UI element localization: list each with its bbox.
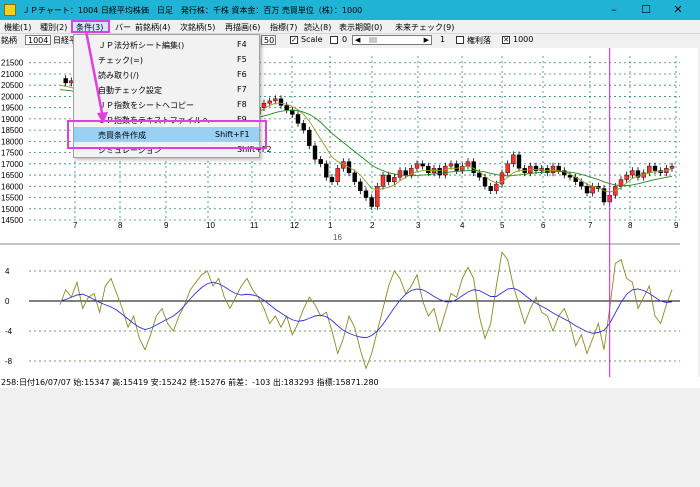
annotation-arrow-head [97,112,108,124]
annotation-arrow [84,30,108,124]
annotation-arrow-line [84,30,105,119]
